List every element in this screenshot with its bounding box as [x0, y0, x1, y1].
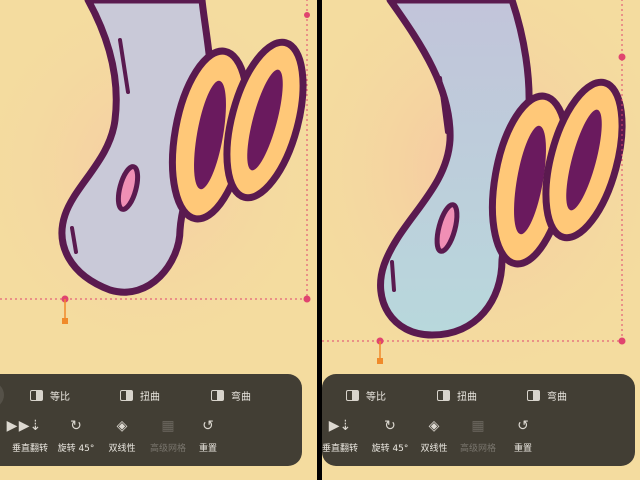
tool-row: ▶⇣ 垂直翻转 ↻ 旋转 45° ◈ 双线性 ▦ 高级网格 ↺ 重置 — [322, 416, 635, 460]
distort-icon — [120, 389, 133, 401]
anchor-point — [62, 318, 68, 324]
reset-button[interactable]: ↺ 重置 — [495, 416, 551, 454]
warp-icon — [527, 389, 540, 401]
mode-warp-button[interactable]: 弯曲 — [211, 382, 251, 408]
transform-handle — [618, 53, 626, 61]
transform-handle — [303, 295, 311, 303]
transform-handle — [304, 12, 310, 18]
uniform-scale-icon — [30, 389, 43, 401]
distort-icon — [437, 389, 450, 401]
mode-warp-button[interactable]: 弯曲 — [527, 382, 567, 408]
mode-row: 等比 扭曲 弯曲 — [322, 382, 635, 408]
canvas-view-left: 等比 扭曲 弯曲 ▶ ▶⇣ 垂直翻转 ↻ 旋转 45° ◈ 双线性 ▦ 高级网格… — [0, 0, 317, 480]
mode-distort-button[interactable]: 扭曲 — [120, 382, 160, 408]
transform-handle — [618, 337, 626, 345]
transform-toolbar-left: 等比 扭曲 弯曲 ▶ ▶⇣ 垂直翻转 ↻ 旋转 45° ◈ 双线性 ▦ 高级网格… — [0, 374, 302, 466]
mode-uniform-button[interactable]: 等比 — [346, 382, 386, 408]
mode-uniform-button[interactable]: 等比 — [30, 382, 70, 408]
reset-icon: ↺ — [202, 418, 214, 434]
selected-mode-pill[interactable] — [0, 382, 4, 408]
uniform-scale-icon — [346, 389, 359, 401]
warp-icon — [211, 389, 224, 401]
mode-row: 等比 扭曲 弯曲 — [0, 382, 302, 408]
canvas-view-right: 等比 扭曲 弯曲 ▶⇣ 垂直翻转 ↻ 旋转 45° ◈ 双线性 ▦ 高级网格 ↺… — [322, 0, 640, 480]
reset-icon: ↺ — [517, 418, 529, 434]
mode-distort-button[interactable]: 扭曲 — [437, 382, 477, 408]
transform-toolbar-right: 等比 扭曲 弯曲 ▶⇣ 垂直翻转 ↻ 旋转 45° ◈ 双线性 ▦ 高级网格 ↺… — [322, 374, 635, 466]
tool-row: ▶ ▶⇣ 垂直翻转 ↻ 旋转 45° ◈ 双线性 ▦ 高级网格 ↺ 重置 — [0, 416, 302, 460]
anchor-point — [377, 358, 383, 364]
reset-button[interactable]: ↺ 重置 — [180, 416, 236, 454]
